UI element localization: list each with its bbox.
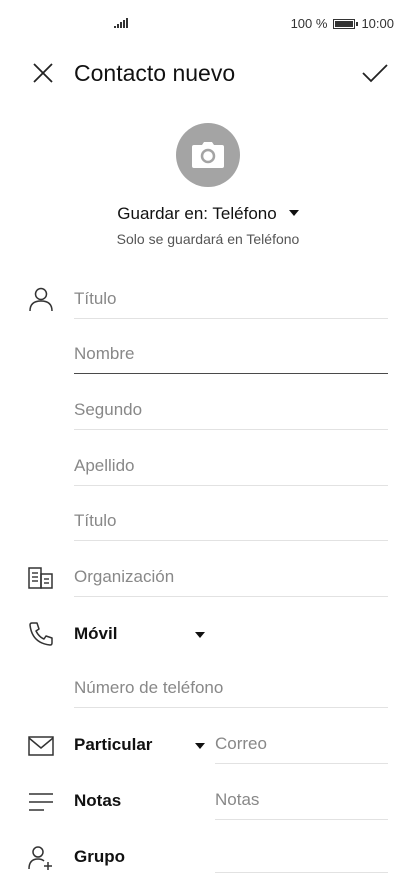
battery-percent: 100 % xyxy=(290,16,328,31)
first-name-field[interactable]: Nombre xyxy=(74,334,388,374)
notes-icon xyxy=(29,793,53,811)
storage-label: Guardar en: Teléfono xyxy=(117,204,277,223)
close-icon[interactable] xyxy=(28,58,58,88)
page-title: Contacto nuevo xyxy=(74,60,236,86)
add-photo-button[interactable] xyxy=(176,123,240,187)
middle-name-field[interactable]: Segundo xyxy=(74,390,388,430)
storage-selector[interactable]: Guardar en: Teléfono xyxy=(0,204,416,224)
email-type-label[interactable]: Particular xyxy=(74,733,152,757)
organization-field[interactable]: Organización xyxy=(74,557,388,597)
clock: 10:00 xyxy=(361,16,394,31)
email-field[interactable]: Correo xyxy=(215,724,388,764)
name-suffix-field[interactable]: Título xyxy=(74,501,388,541)
person-icon xyxy=(29,287,53,312)
organization-icon xyxy=(28,567,53,589)
group-add-icon xyxy=(28,846,52,870)
battery-icon xyxy=(333,18,359,29)
phone-type-dropdown-icon[interactable] xyxy=(195,632,205,638)
email-type-dropdown-icon[interactable] xyxy=(195,743,205,749)
last-name-field[interactable]: Apellido xyxy=(74,446,388,486)
check-icon[interactable] xyxy=(360,58,390,88)
group-divider xyxy=(215,872,388,873)
status-bar: 100 % 10:00 xyxy=(0,0,416,48)
phone-type-label[interactable]: Móvil xyxy=(74,622,117,646)
dropdown-caret-icon xyxy=(288,209,299,216)
camera-icon xyxy=(192,142,224,168)
title-bar: Contacto nuevo xyxy=(0,48,416,98)
name-prefix-field[interactable]: Título xyxy=(74,279,388,319)
storage-subtitle: Solo se guardará en Teléfono xyxy=(116,231,300,247)
phone-icon xyxy=(29,622,53,646)
phone-number-field[interactable]: Número de teléfono xyxy=(74,668,388,708)
email-icon xyxy=(28,736,54,756)
notes-label: Notas xyxy=(74,791,122,810)
notes-field[interactable]: Notas xyxy=(215,780,388,820)
signal-icon xyxy=(114,18,128,28)
group-selector[interactable]: Grupo xyxy=(74,845,125,869)
